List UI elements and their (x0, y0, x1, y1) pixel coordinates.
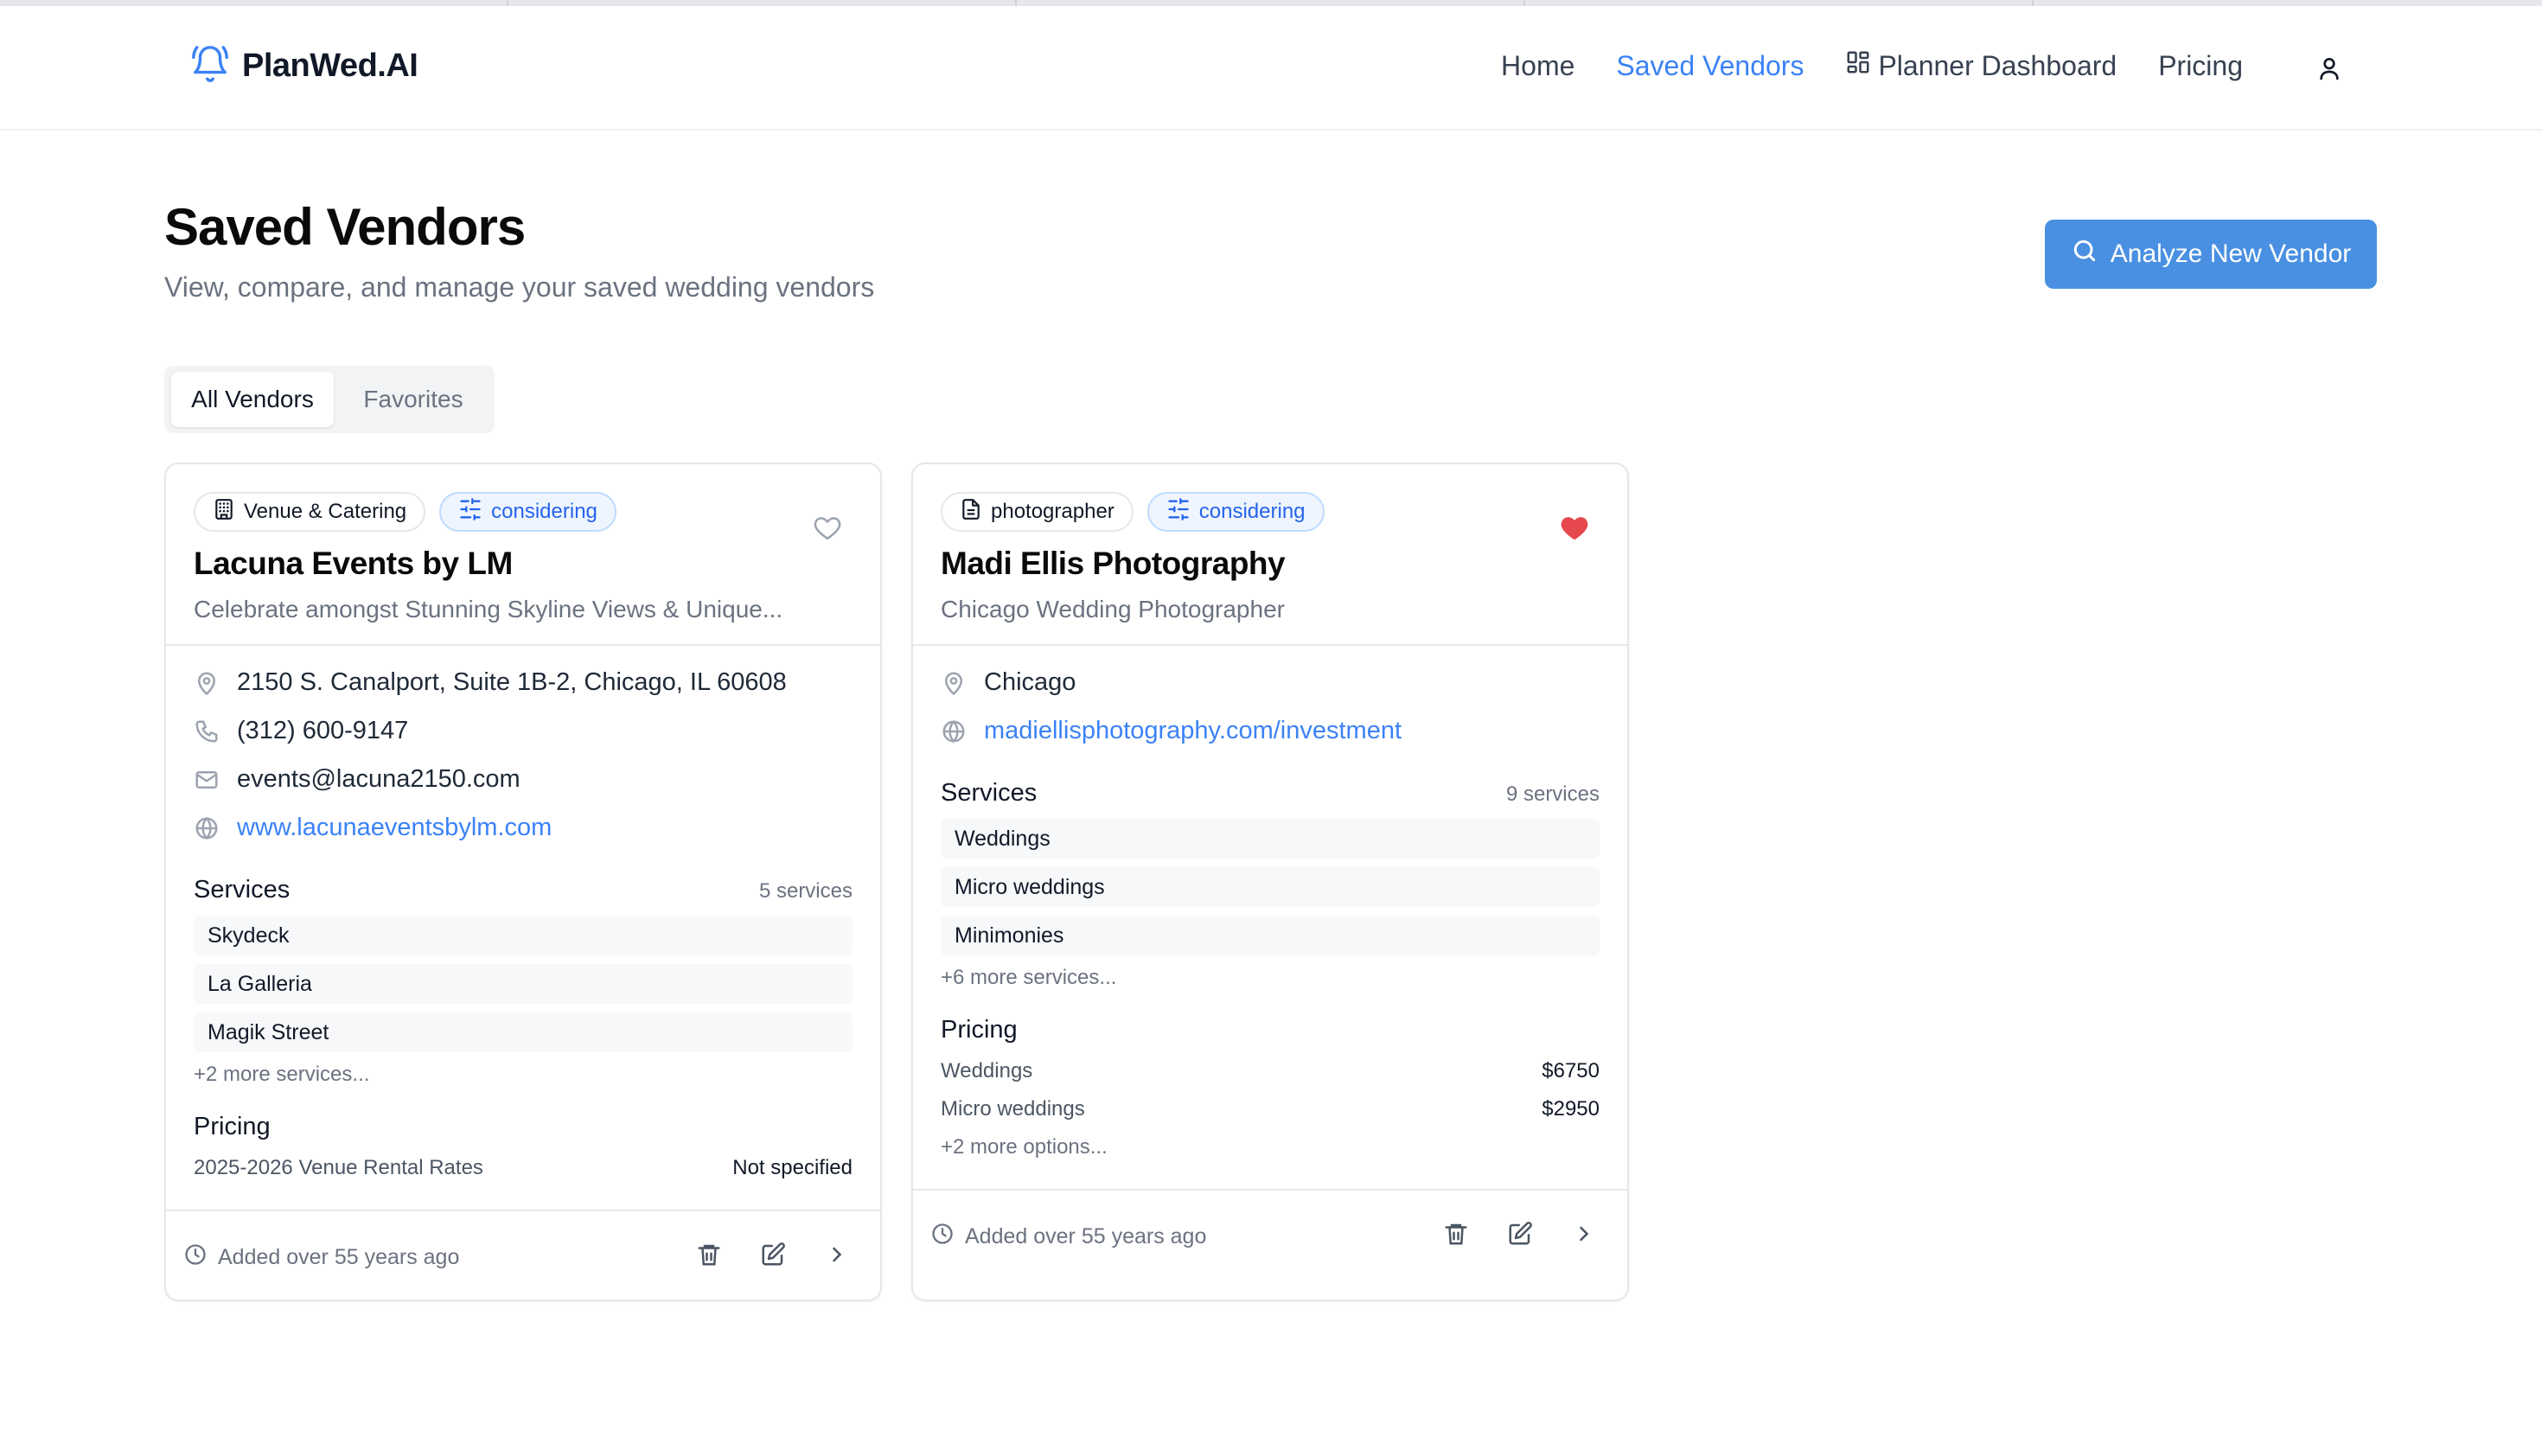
added-date: Added over 55 years ago (930, 1222, 1206, 1252)
service-item: Micro weddings (941, 867, 1600, 907)
globe-icon (194, 815, 220, 841)
vendor-tagline: Celebrate amongst Stunning Skyline Views… (194, 596, 783, 623)
main-nav: Home Saved Vendors Planner Dashboard Pri… (1459, 49, 2243, 82)
vendor-tabs: All Vendors Favorites (164, 366, 495, 433)
logo[interactable]: PlanWed.AI (190, 44, 418, 88)
vendor-card[interactable]: Venue & Catering considering Lacuna Even… (164, 463, 882, 1301)
address-text: 2150 S. Canalport, Suite 1B-2, Chicago, … (237, 668, 787, 696)
category-badge: photographer (941, 492, 1134, 532)
grid-icon (1845, 49, 1871, 82)
vendor-email: events@lacuna2150.com (194, 765, 521, 794)
edit-icon[interactable] (1504, 1218, 1536, 1249)
heart-icon[interactable] (813, 513, 842, 546)
app-name: PlanWed.AI (242, 48, 418, 84)
pricing-value: $6750 (1542, 1059, 1600, 1082)
card-divider (166, 644, 880, 646)
nav-saved-vendors[interactable]: Saved Vendors (1616, 50, 1804, 82)
pricing-label: Weddings (941, 1059, 1033, 1082)
page-subtitle: View, compare, and manage your saved wed… (164, 271, 875, 303)
top-navbar: PlanWed.AI Home Saved Vendors Planner Da… (0, 6, 2542, 131)
category-badge: Venue & Catering (194, 492, 426, 532)
vendor-card[interactable]: photographer considering Madi Ellis Phot… (911, 463, 1629, 1301)
clock-icon (930, 1222, 955, 1252)
pricing-value: $2950 (1542, 1097, 1600, 1121)
added-text: Added over 55 years ago (965, 1224, 1207, 1248)
browser-tab-strip (0, 0, 2542, 6)
vendor-name[interactable]: Madi Ellis Photography (941, 546, 1286, 582)
nav-pricing[interactable]: Pricing (2158, 50, 2243, 82)
search-icon (2071, 237, 2098, 271)
nav-home[interactable]: Home (1501, 50, 1574, 82)
vendor-phone: (312) 600-9147 (194, 717, 408, 745)
website-link[interactable]: www.lacunaeventsbylm.com (237, 814, 552, 842)
pricing-row: 2025-2026 Venue Rental Rates Not specifi… (194, 1156, 853, 1180)
services-count: 9 services (1505, 782, 1600, 806)
status-label: considering (1198, 500, 1306, 523)
edit-icon[interactable] (757, 1239, 789, 1270)
more-pricing-options: +2 more options... (941, 1135, 1108, 1159)
added-date: Added over 55 years ago (183, 1242, 459, 1273)
trash-icon[interactable] (693, 1239, 725, 1270)
chevron-right-icon[interactable] (1568, 1218, 1600, 1249)
status-badge: considering (1146, 492, 1325, 532)
more-services: +2 more services... (194, 1063, 370, 1086)
services-count: 5 services (758, 879, 853, 903)
service-item: Weddings (941, 819, 1600, 859)
user-icon[interactable] (2315, 54, 2343, 86)
globe-icon (941, 718, 967, 744)
pricing-row: Micro weddings $2950 (941, 1097, 1600, 1121)
heart-filled-icon[interactable] (1560, 513, 1589, 546)
pricing-label: Micro weddings (941, 1097, 1085, 1121)
pricing-title: Pricing (941, 1016, 1018, 1044)
analyze-new-vendor-label: Analyze New Vendor (2110, 239, 2352, 268)
vendor-website: www.lacunaeventsbylm.com (194, 814, 552, 842)
pricing-value: Not specified (732, 1156, 853, 1179)
services-title: Services (941, 779, 1038, 807)
nav-planner-dashboard[interactable]: Planner Dashboard (1845, 49, 2117, 82)
vendor-address: 2150 S. Canalport, Suite 1B-2, Chicago, … (194, 668, 787, 697)
card-footer: Added over 55 years ago (166, 1210, 880, 1301)
sliders-icon (1166, 497, 1191, 527)
vendor-website: madiellisphotography.com/investment (941, 717, 1402, 745)
pricing-title: Pricing (194, 1113, 271, 1140)
sliders-icon (458, 497, 482, 527)
status-badge: considering (439, 492, 616, 532)
category-label: Venue & Catering (244, 500, 407, 523)
map-pin-icon (194, 670, 220, 696)
services-title: Services (194, 876, 291, 904)
trash-icon[interactable] (1440, 1218, 1472, 1249)
email-text[interactable]: events@lacuna2150.com (237, 765, 521, 794)
service-item: Magik Street (194, 1012, 853, 1052)
card-footer: Added over 55 years ago (913, 1189, 1627, 1280)
phone-text[interactable]: (312) 600-9147 (237, 717, 408, 745)
map-pin-icon (941, 670, 967, 696)
analyze-new-vendor-button[interactable]: Analyze New Vendor (2045, 220, 2377, 289)
status-label: considering (491, 500, 597, 523)
card-divider (913, 644, 1627, 646)
nav-planner-dashboard-label: Planner Dashboard (1878, 49, 2117, 81)
pricing-row: Weddings $6750 (941, 1059, 1600, 1083)
document-icon (960, 498, 982, 527)
category-label: photographer (991, 500, 1115, 523)
website-link[interactable]: madiellisphotography.com/investment (984, 717, 1402, 745)
bell-icon (190, 44, 230, 88)
building-icon (213, 498, 235, 527)
page-title: Saved Vendors (164, 198, 526, 256)
more-services: +6 more services... (941, 966, 1117, 989)
phone-icon (194, 718, 220, 744)
service-item: La Galleria (194, 964, 853, 1004)
pricing-label: 2025-2026 Venue Rental Rates (194, 1156, 483, 1179)
tab-all-vendors[interactable]: All Vendors (171, 372, 334, 427)
added-text: Added over 55 years ago (218, 1245, 460, 1269)
vendor-name[interactable]: Lacuna Events by LM (194, 546, 513, 582)
tab-favorites[interactable]: Favorites (341, 372, 486, 427)
service-item: Minimonies (941, 916, 1600, 955)
chevron-right-icon[interactable] (821, 1239, 853, 1270)
mail-icon (194, 767, 220, 793)
clock-icon (183, 1242, 208, 1273)
vendor-tagline: Chicago Wedding Photographer (941, 596, 1285, 623)
service-item: Skydeck (194, 916, 853, 955)
vendor-address: Chicago (941, 668, 1076, 697)
address-text: Chicago (984, 668, 1076, 696)
